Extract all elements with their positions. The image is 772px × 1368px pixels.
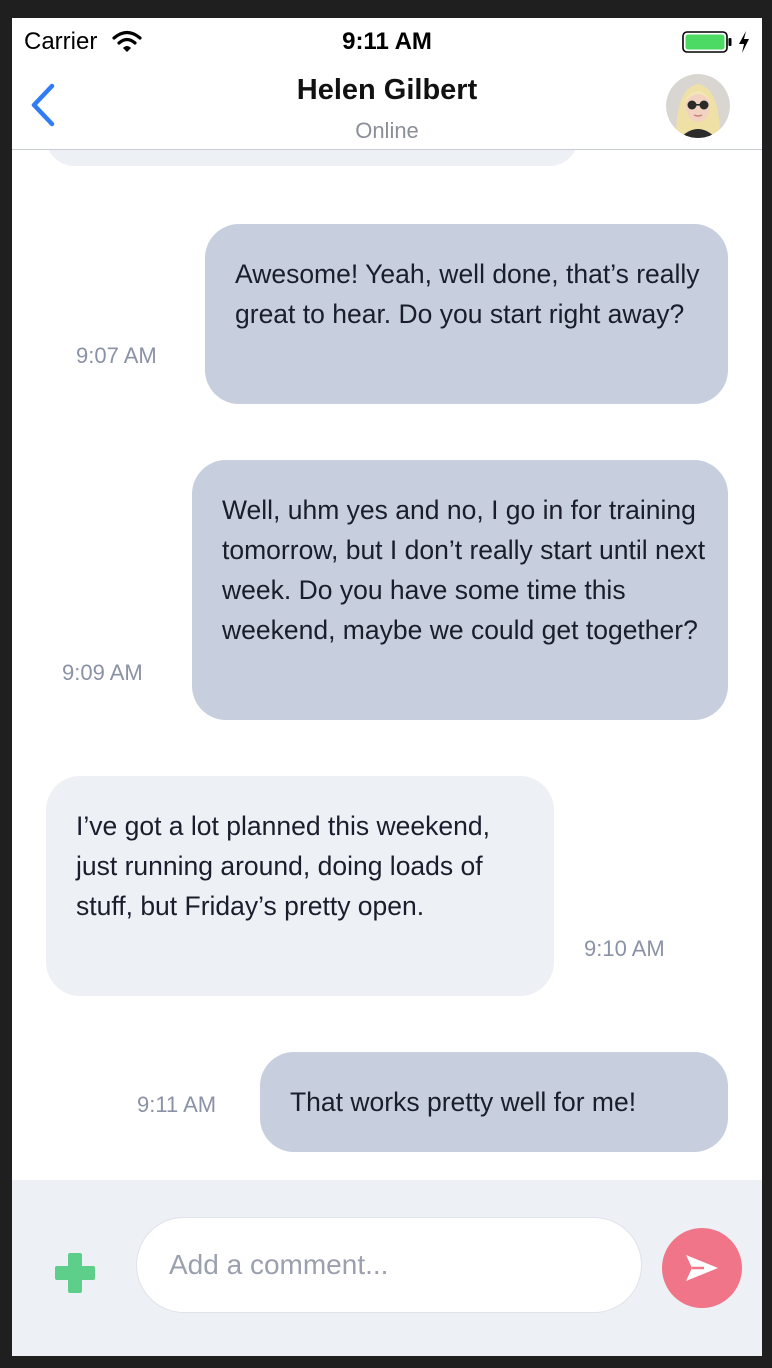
send-button[interactable]	[662, 1228, 742, 1308]
comment-input[interactable]	[136, 1217, 642, 1313]
composer	[12, 1180, 762, 1356]
message-bubble-outgoing: Awesome! Yeah, well done, that’s really …	[205, 224, 728, 404]
send-icon	[686, 1255, 718, 1281]
avatar[interactable]	[666, 74, 730, 138]
battery-icon	[682, 31, 732, 53]
status-time: 9:11 AM	[342, 28, 432, 55]
message-text: That works pretty well for me!	[290, 1087, 637, 1117]
message-bubble-outgoing: Well, uhm yes and no, I go in for traini…	[192, 460, 728, 720]
contact-name: Helen Gilbert	[296, 74, 478, 106]
message-time: 9:07 AM	[76, 343, 157, 368]
message-list[interactable]: Awesome! Yeah, well done, that’s really …	[12, 150, 762, 1180]
message-bubble-previous	[46, 150, 578, 166]
message-time: 9:11 AM	[137, 1092, 217, 1117]
plus-icon	[55, 1253, 95, 1293]
chat-header: Helen Gilbert Online	[12, 64, 762, 150]
add-attachment-button[interactable]	[52, 1250, 98, 1296]
message-time: 9:10 AM	[584, 936, 665, 961]
message-bubble-outgoing: That works pretty well for me!	[260, 1052, 728, 1152]
contact-status: Online	[355, 118, 419, 143]
message-text: I’ve got a lot planned this weekend, jus…	[76, 811, 490, 921]
status-bar: Carrier 9:11 AM	[12, 18, 762, 64]
message-bubble-incoming: I’ve got a lot planned this weekend, jus…	[46, 776, 554, 996]
message-time: 9:09 AM	[62, 660, 143, 685]
charging-bolt-icon	[738, 30, 750, 54]
message-text: Well, uhm yes and no, I go in for traini…	[222, 495, 706, 645]
chat-screen: Carrier 9:11 AM Helen Gilbert Online Awe…	[12, 18, 762, 1356]
message-text: Awesome! Yeah, well done, that’s really …	[235, 259, 700, 329]
